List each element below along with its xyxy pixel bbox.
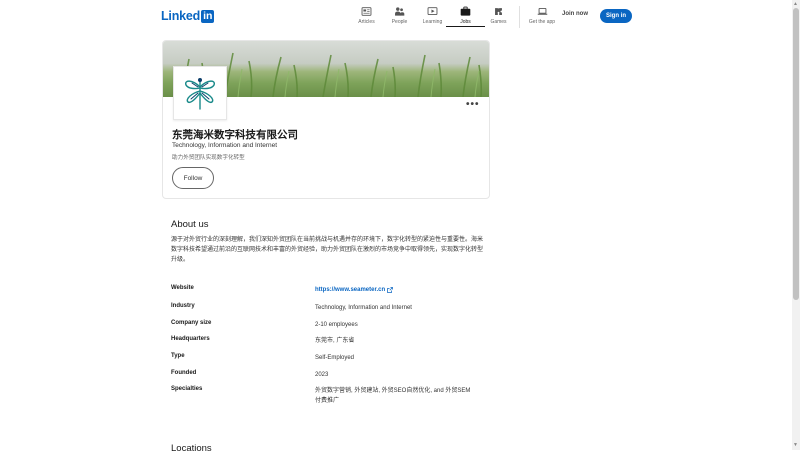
nav-label: Games xyxy=(490,19,507,25)
logo-box: in xyxy=(201,9,215,23)
nav-item-learning[interactable]: Learning xyxy=(416,6,449,28)
detail-label: Headquarters xyxy=(171,336,210,342)
nav-label: Learning xyxy=(422,19,443,25)
external-link-icon xyxy=(387,287,394,293)
detail-label: Company size xyxy=(171,320,212,326)
sign-in-button[interactable]: Sign in xyxy=(600,9,632,23)
top-nav: Linked in Articles People Learning Jobs G… xyxy=(0,0,792,30)
scroll-up-arrow-icon[interactable]: ▲ xyxy=(793,1,798,7)
company-logo xyxy=(173,66,227,120)
website-link[interactable]: https://www.seameter.cn xyxy=(315,285,394,295)
main-nav: Articles People Learning Jobs Games Get … xyxy=(350,6,558,28)
nav-item-articles[interactable]: Articles xyxy=(350,6,383,28)
articles-icon xyxy=(361,7,372,16)
detail-value: 2-10 employees xyxy=(315,322,358,328)
scroll-down-arrow-icon[interactable]: ▼ xyxy=(793,442,798,448)
detail-label: Specialties xyxy=(171,386,203,392)
detail-value: 2023 xyxy=(315,372,329,378)
people-icon xyxy=(395,7,405,16)
more-options-button[interactable]: ••• xyxy=(466,100,480,110)
about-description: 源于对外贸行业的深刻理解，我们深知外贸团队在当前挑战与机遇并存的环境下，数字化转… xyxy=(171,237,484,263)
detail-value: 东莞市, 广东省 xyxy=(315,338,355,344)
linkedin-logo[interactable]: Linked in xyxy=(161,9,215,23)
nav-divider xyxy=(519,6,520,28)
join-now-button[interactable]: Join now xyxy=(562,11,588,17)
detail-value: Self-Employed xyxy=(315,355,355,361)
detail-label: Industry xyxy=(171,303,195,309)
games-icon xyxy=(495,8,502,15)
about-title: About us xyxy=(171,219,209,230)
follow-button[interactable]: Follow xyxy=(172,167,214,189)
company-name: 东莞海米数字科技有限公司 xyxy=(172,129,298,141)
nav-item-games[interactable]: Games xyxy=(482,6,515,28)
nav-label: Articles xyxy=(358,19,375,25)
detail-value: https://www.seameter.cn xyxy=(315,285,475,295)
nav-item-people[interactable]: People xyxy=(383,6,416,28)
company-industry: Technology, Information and Internet xyxy=(172,142,278,149)
nav-label: Get the app xyxy=(528,19,556,25)
scrollbar-thumb[interactable] xyxy=(793,8,799,300)
detail-value: 外贸数字营销, 外贸建站, 外贸SEO自然优化, and 外贸SEM付费推广 xyxy=(315,388,471,404)
detail-value: Technology, Information and Internet xyxy=(315,305,412,311)
jobs-icon xyxy=(460,6,471,16)
nav-item-get-the-app[interactable]: Get the app xyxy=(526,6,558,28)
detail-label: Website xyxy=(171,285,194,291)
nav-label: Jobs xyxy=(460,19,471,25)
logo-text: Linked xyxy=(161,9,201,23)
laptop-icon xyxy=(537,7,547,15)
dragonfly-logo-icon xyxy=(185,78,215,110)
nav-label: People xyxy=(391,19,408,25)
company-card: ••• 东莞海米数字科技有限公司 Technology, Information… xyxy=(162,40,490,199)
company-tagline: 助力外贸团队实现数字化转型 xyxy=(172,155,245,161)
learning-icon xyxy=(427,7,438,16)
locations-title: Locations xyxy=(171,443,212,454)
nav-item-jobs[interactable]: Jobs xyxy=(446,6,485,28)
website-url: https://www.seameter.cn xyxy=(315,287,386,293)
page-scrollbar[interactable]: ▲ ▼ xyxy=(792,0,800,450)
detail-label: Type xyxy=(171,353,185,359)
detail-label: Founded xyxy=(171,370,197,376)
